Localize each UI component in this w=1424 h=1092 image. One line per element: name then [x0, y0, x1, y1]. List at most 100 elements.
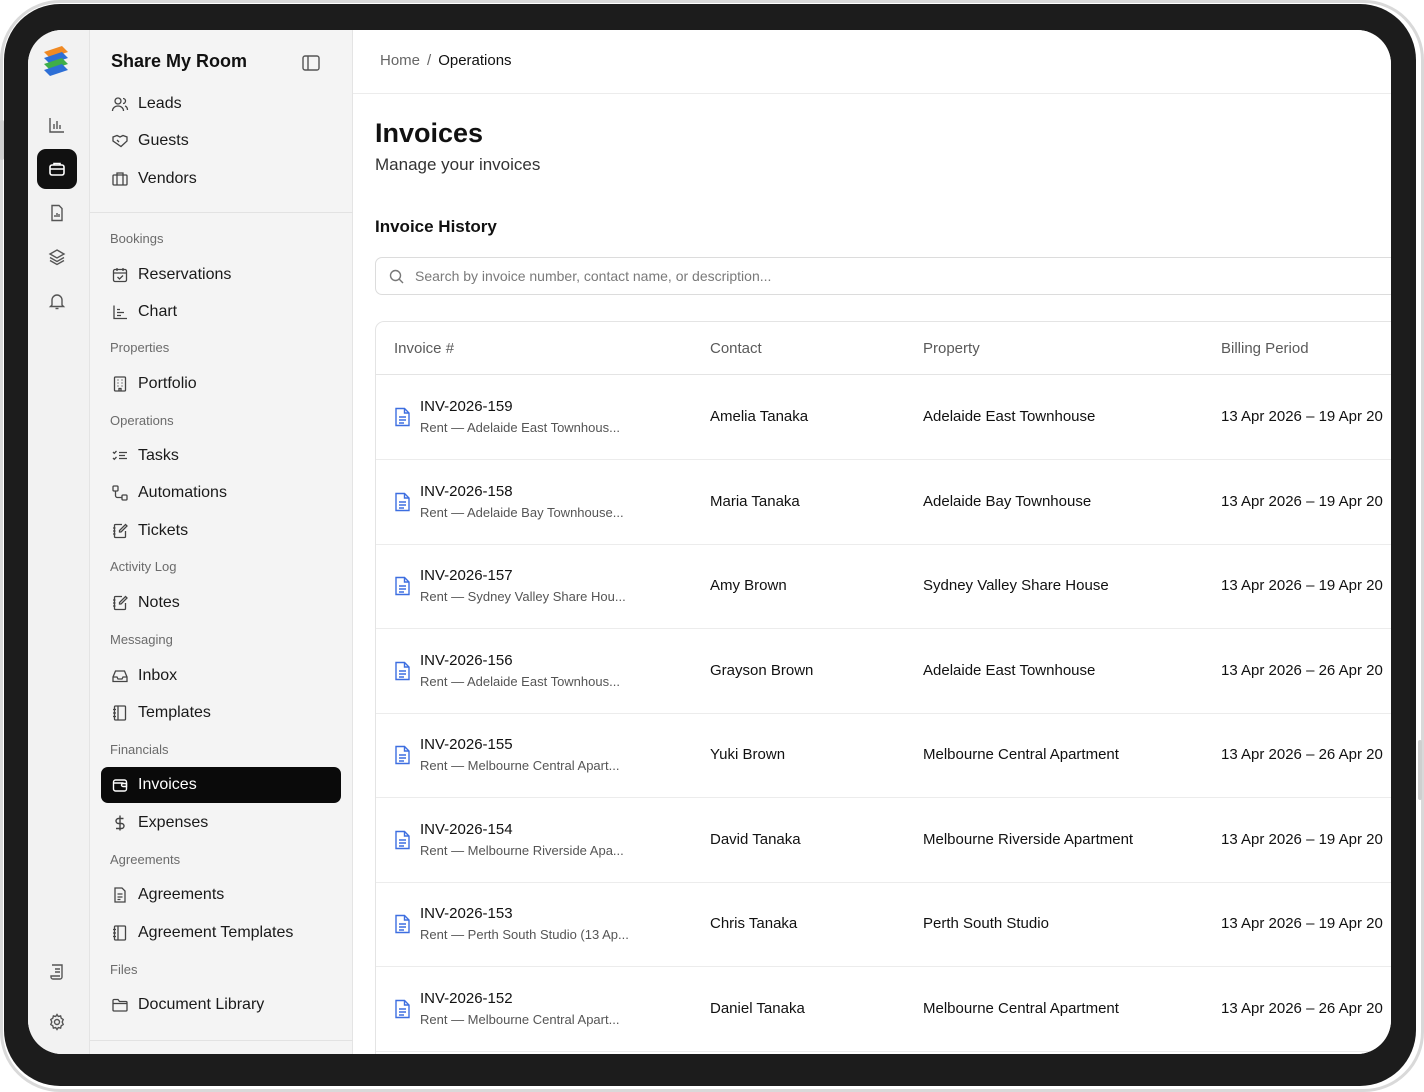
sidebar-item-notes[interactable]: Notes	[101, 585, 341, 621]
file-icon	[394, 830, 411, 850]
invoice-number[interactable]: INV-2026-155	[420, 736, 513, 753]
billing-period-cell: 13 Apr 2026 – 26 Apr 20	[1221, 746, 1383, 763]
table-header: Invoice # Contact Property Billing Perio…	[376, 322, 1391, 375]
layers-icon[interactable]	[37, 237, 77, 277]
property-cell: Melbourne Central Apartment	[923, 999, 1119, 1017]
app-logo-icon	[44, 46, 68, 76]
group-label-activity-log: Activity Log	[110, 559, 177, 574]
property-cell: Adelaide Bay Townhouse	[923, 492, 1092, 510]
billing-period-cell: 13 Apr 2026 – 26 Apr 20	[1221, 661, 1383, 679]
table-row[interactable]: INV-2026-152 Rent — Melbourne Central Apa…	[376, 967, 1391, 1052]
sidebar-toggle-icon[interactable]	[300, 52, 322, 74]
column-header-billing-period[interactable]: Billing Period	[1221, 340, 1309, 357]
invoice-number[interactable]: INV-2026-153	[420, 905, 513, 922]
contact-cell: David Tanaka	[710, 830, 801, 848]
breadcrumb: Home / Operations	[380, 52, 512, 69]
task-list-icon	[111, 447, 129, 465]
document-chart-icon[interactable]	[37, 193, 77, 233]
analytics-icon[interactable]	[37, 105, 77, 145]
table-row[interactable]: INV-2026-155 Rent — Melbourne Central Apa…	[376, 713, 1391, 798]
bell-icon[interactable]	[37, 281, 77, 321]
invoice-number[interactable]: INV-2026-152	[420, 990, 513, 1007]
invoice-description: Rent — Adelaide Bay Townhouse...	[420, 504, 624, 520]
briefcase-icon[interactable]	[37, 149, 77, 189]
icon-rail	[28, 30, 90, 1054]
sidebar-item-label: Agreements	[138, 886, 225, 903]
contact-cell: Amy Brown	[710, 577, 787, 594]
group-label-agreements: Agreements	[110, 852, 181, 867]
sidebar-item-label: Templates	[138, 704, 211, 721]
sidebar: Share My Room Leads Guests Vendors Booki…	[90, 30, 353, 1054]
invoice-number[interactable]: INV-2026-159	[420, 398, 513, 415]
sidebar-item-guests[interactable]: Guests	[101, 123, 341, 159]
sidebar-item-inbox[interactable]: Inbox	[101, 658, 341, 694]
table-row[interactable]: INV-2026-157 Rent — Sydney Valley Share H…	[376, 544, 1391, 629]
sidebar-item-chart[interactable]: Chart	[101, 294, 341, 330]
billing-period-cell: 13 Apr 2026 – 26 Apr 20	[1221, 999, 1383, 1017]
contact-cell: Daniel Tanaka	[710, 999, 805, 1017]
scroll-icon[interactable]	[37, 952, 77, 992]
page-subtitle: Manage your invoices	[375, 155, 541, 174]
property-cell: Adelaide East Townhouse	[923, 661, 1096, 679]
column-header-property[interactable]: Property	[923, 340, 980, 357]
sidebar-item-automations[interactable]: Automations	[101, 475, 341, 511]
sidebar-item-tasks[interactable]: Tasks	[101, 438, 341, 474]
sidebar-item-label: Notes	[138, 594, 180, 611]
contact-cell: Maria Tanaka	[710, 492, 800, 510]
sidebar-item-agreements[interactable]: Agreements	[101, 877, 341, 913]
sidebar-item-tickets[interactable]: Tickets	[101, 513, 341, 549]
column-header-invoice[interactable]: Invoice #	[394, 340, 454, 357]
invoice-description: Rent — Melbourne Riverside Apa...	[420, 842, 624, 858]
invoice-description: Rent — Melbourne Central Apart...	[420, 1011, 620, 1027]
billing-period-cell: 13 Apr 2026 – 19 Apr 20	[1221, 915, 1383, 932]
group-label-properties: Properties	[110, 340, 170, 355]
table-row[interactable]: INV-2026-159 Rent — Adelaide East Townhou…	[376, 375, 1391, 460]
group-label-messaging: Messaging	[110, 632, 173, 647]
table-row[interactable]: INV-2026-154 Rent — Melbourne Riverside A…	[376, 798, 1391, 883]
group-label-operations: Operations	[110, 413, 174, 428]
search-input[interactable]	[415, 268, 1315, 284]
sidebar-item-agreement-templates[interactable]: Agreement Templates	[101, 915, 341, 951]
group-label-files: Files	[110, 962, 138, 977]
group-label-bookings: Bookings	[110, 231, 164, 246]
notebook-pen-icon	[111, 522, 129, 540]
invoice-number[interactable]: INV-2026-154	[420, 821, 513, 838]
wallet-icon	[111, 776, 129, 794]
sidebar-item-reservations[interactable]: Reservations	[101, 257, 341, 293]
notebook-icon	[111, 704, 129, 722]
file-icon	[394, 661, 411, 681]
gear-icon[interactable]	[37, 1002, 77, 1042]
billing-period-cell: 13 Apr 2026 – 19 Apr 20	[1221, 830, 1383, 848]
sidebar-item-invoices[interactable]: Invoices	[101, 767, 341, 803]
contact-cell: Amelia Tanaka	[710, 408, 809, 425]
sidebar-item-label: Vendors	[138, 170, 197, 187]
file-icon	[394, 999, 411, 1019]
dollar-icon	[111, 814, 129, 832]
property-cell: Adelaide East Townhouse	[923, 408, 1096, 425]
group-label-financials: Financials	[110, 742, 169, 757]
invoice-number[interactable]: INV-2026-158	[420, 483, 513, 500]
sidebar-item-vendors[interactable]: Vendors	[101, 161, 341, 197]
billing-period-cell: 13 Apr 2026 – 19 Apr 20	[1221, 577, 1383, 594]
chart-icon	[111, 303, 129, 321]
sidebar-divider	[90, 1040, 353, 1041]
sidebar-item-templates[interactable]: Templates	[101, 695, 341, 731]
table-row[interactable]: INV-2026-153 Rent — Perth South Studio (1…	[376, 882, 1391, 967]
invoice-number[interactable]: INV-2026-156	[420, 652, 513, 669]
table-row[interactable]: INV-2026-158 Rent — Adelaide Bay Townhous…	[376, 460, 1391, 545]
sidebar-item-leads[interactable]: Leads	[101, 86, 341, 122]
column-header-contact[interactable]: Contact	[710, 340, 762, 357]
invoice-description: Rent — Sydney Valley Share Hou...	[420, 589, 626, 604]
sidebar-item-expenses[interactable]: Expenses	[101, 805, 341, 841]
breadcrumb-home[interactable]: Home	[380, 52, 420, 69]
table-row[interactable]: INV-2026-156 Rent — Adelaide East Townhou…	[376, 629, 1391, 714]
search-box[interactable]	[375, 257, 1391, 295]
notebook-icon	[111, 924, 129, 942]
sidebar-item-portfolio[interactable]: Portfolio	[101, 366, 341, 402]
contact-cell: Yuki Brown	[710, 746, 786, 763]
sidebar-item-label: Portfolio	[138, 375, 197, 392]
invoice-number[interactable]: INV-2026-157	[420, 567, 513, 584]
sidebar-item-label: Guests	[138, 132, 189, 149]
file-icon	[394, 576, 411, 596]
sidebar-item-document-library[interactable]: Document Library	[101, 987, 341, 1023]
